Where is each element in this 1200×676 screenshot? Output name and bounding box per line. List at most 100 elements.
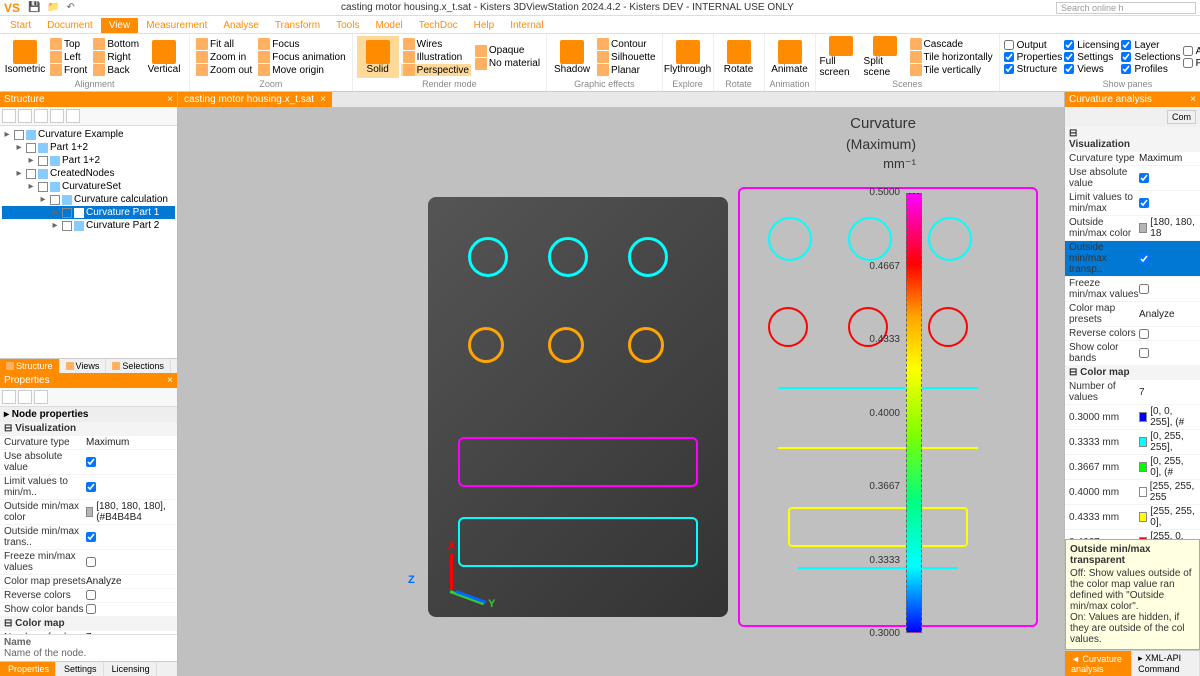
attachments-check[interactable]: Attachments	[1183, 46, 1200, 57]
front-button[interactable]: Front	[48, 64, 89, 76]
selections-check[interactable]: Selections	[1121, 52, 1180, 63]
undo-icon[interactable]: ↶	[66, 2, 74, 13]
props-row[interactable]: ⊟ Visualization	[1065, 127, 1200, 152]
bottom-tab-licensing[interactable]: Licensing	[104, 662, 157, 676]
isometric-button[interactable]: Isometric	[4, 36, 46, 78]
props-row[interactable]: 0.3667 mm [0, 255, 0], (#	[1065, 455, 1200, 480]
panel-tab-selections[interactable]: Selections	[106, 359, 171, 373]
tree-node[interactable]: ▸CreatedNodes	[2, 167, 175, 180]
props-row[interactable]: Color map presetsAnalyze	[0, 575, 177, 589]
properties-check[interactable]: Properties	[1004, 52, 1063, 63]
props-tb-3[interactable]	[34, 390, 48, 404]
ribbon-tab-techdoc[interactable]: TechDoc	[411, 18, 466, 33]
ribbon-tab-transform[interactable]: Transform	[267, 18, 328, 33]
props-row[interactable]: Outside min/max color [180, 180, 180], (…	[0, 500, 177, 525]
silhouette-button[interactable]: Silhouette	[595, 51, 657, 63]
right-tab[interactable]: ◄ Curvature analysis	[1065, 651, 1132, 676]
props-row[interactable]: Outside min/max transp..	[1065, 241, 1200, 277]
props-row[interactable]: ⊟ Color map	[0, 617, 177, 631]
ribbon-tab-analyse[interactable]: Analyse	[215, 18, 267, 33]
panel-tab-views[interactable]: Views	[60, 359, 107, 373]
cascade-button[interactable]: Cascade	[908, 38, 995, 50]
compute-button[interactable]: Com	[1167, 110, 1196, 124]
move-origin-button[interactable]: Move origin	[256, 64, 347, 76]
perspective-button[interactable]: Perspective	[401, 64, 471, 76]
fit-all-button[interactable]: Fit all	[194, 38, 254, 50]
open-icon[interactable]: 📁	[47, 2, 59, 13]
focus-button[interactable]: Focus	[256, 38, 347, 50]
settings-check[interactable]: Settings	[1064, 52, 1119, 63]
right-button[interactable]: Right	[91, 51, 141, 63]
layer-check[interactable]: Layer	[1121, 40, 1180, 51]
props-row[interactable]: Color map presetsAnalyze	[1065, 302, 1200, 327]
back-button[interactable]: Back	[91, 64, 141, 76]
zoom-in-button[interactable]: Zoom in	[194, 51, 254, 63]
structure-check[interactable]: Structure	[1004, 64, 1063, 75]
props-row[interactable]: 0.4333 mm [255, 255, 0],	[1065, 505, 1200, 530]
planar-button[interactable]: Planar	[595, 64, 657, 76]
props-row[interactable]: Limit values to min/max	[1065, 191, 1200, 216]
profiles-check[interactable]: Profiles	[1121, 64, 1180, 75]
props-tb-2[interactable]	[18, 390, 32, 404]
opaque-button[interactable]: Opaque	[473, 45, 542, 57]
props-row[interactable]: Show color bands	[1065, 341, 1200, 366]
props-tb-1[interactable]	[2, 390, 16, 404]
props-row[interactable]: Use absolute value	[1065, 166, 1200, 191]
wires-button[interactable]: Wires	[401, 38, 471, 50]
props-row[interactable]: Outside min/max color [180, 180, 18	[1065, 216, 1200, 241]
bottom-button[interactable]: Bottom	[91, 38, 141, 50]
rotate-button[interactable]: Rotate	[718, 36, 760, 78]
expand-all-button[interactable]	[2, 109, 16, 123]
collapse-all-button[interactable]	[18, 109, 32, 123]
tree-node[interactable]: ▸CurvatureSet	[2, 180, 175, 193]
ribbon-tab-tools[interactable]: Tools	[328, 18, 367, 33]
solid-button[interactable]: Solid	[357, 36, 399, 78]
tb-btn-3[interactable]	[34, 109, 48, 123]
flythrough-button[interactable]: Flythrough	[667, 36, 709, 78]
pmi-check[interactable]: PMI	[1183, 58, 1200, 69]
props-row[interactable]: Curvature typeMaximum	[1065, 152, 1200, 166]
props-row[interactable]: ⊟ Visualization	[0, 422, 177, 436]
tb-btn-5[interactable]	[66, 109, 80, 123]
zoom-out-button[interactable]: Zoom out	[194, 64, 254, 76]
tree-node[interactable]: ▸Curvature Example	[2, 128, 175, 141]
panel-tab-structure[interactable]: Structure	[0, 359, 60, 373]
ribbon-tab-start[interactable]: Start	[2, 18, 39, 33]
tree-node[interactable]: ▸Part 1+2	[2, 154, 175, 167]
viewport[interactable]: Curvature (Maximum) mm⁻¹ 0.50000.46670.4…	[178, 107, 1064, 676]
bottom-tab-settings[interactable]: Settings	[56, 662, 104, 676]
viewport-tab[interactable]: casting motor housing.x_t.sat×	[178, 92, 332, 107]
right-tab[interactable]: ▸ XML-API Command	[1132, 651, 1200, 676]
tree-node[interactable]: ▸Curvature Part 1	[2, 206, 175, 219]
licensing-check[interactable]: Licensing	[1064, 40, 1119, 51]
props-row[interactable]: Freeze min/max values	[0, 550, 177, 575]
props-row[interactable]: 0.3333 mm [0, 255, 255],	[1065, 430, 1200, 455]
top-button[interactable]: Top	[48, 38, 89, 50]
ribbon-tab-document[interactable]: Document	[39, 18, 101, 33]
props-row[interactable]: 0.4000 mm [255, 255, 255	[1065, 480, 1200, 505]
shadow-button[interactable]: Shadow	[551, 36, 593, 78]
focus-anim-button[interactable]: Focus animation	[256, 51, 347, 63]
output-check[interactable]: Output	[1004, 40, 1063, 51]
close-icon[interactable]: ×	[320, 94, 326, 105]
close-icon[interactable]: ×	[1190, 94, 1196, 105]
ribbon-tab-view[interactable]: View	[101, 18, 139, 33]
props-row[interactable]: Number of values7	[1065, 380, 1200, 405]
props-row[interactable]: Reverse colors	[0, 589, 177, 603]
views-check[interactable]: Views	[1064, 64, 1119, 75]
tree-node[interactable]: ▸Curvature calculation	[2, 193, 175, 206]
tree-node[interactable]: ▸Part 1+2	[2, 141, 175, 154]
ribbon-tab-model[interactable]: Model	[367, 18, 410, 33]
props-row[interactable]: Outside min/max trans..	[0, 525, 177, 550]
ribbon-tab-measurement[interactable]: Measurement	[138, 18, 215, 33]
props-row[interactable]: Freeze min/max values	[1065, 277, 1200, 302]
props-row[interactable]: Show color bands	[0, 603, 177, 617]
split-scene-button[interactable]: Split scene	[864, 36, 906, 78]
props-row[interactable]: Reverse colors	[1065, 327, 1200, 341]
close-icon[interactable]: ×	[167, 375, 173, 386]
contour-button[interactable]: Contour	[595, 38, 657, 50]
save-icon[interactable]: 💾	[28, 2, 40, 13]
close-icon[interactable]: ×	[167, 94, 173, 105]
fullscreen-button[interactable]: Full screen	[820, 36, 862, 78]
tile-h-button[interactable]: Tile horizontally	[908, 51, 995, 63]
